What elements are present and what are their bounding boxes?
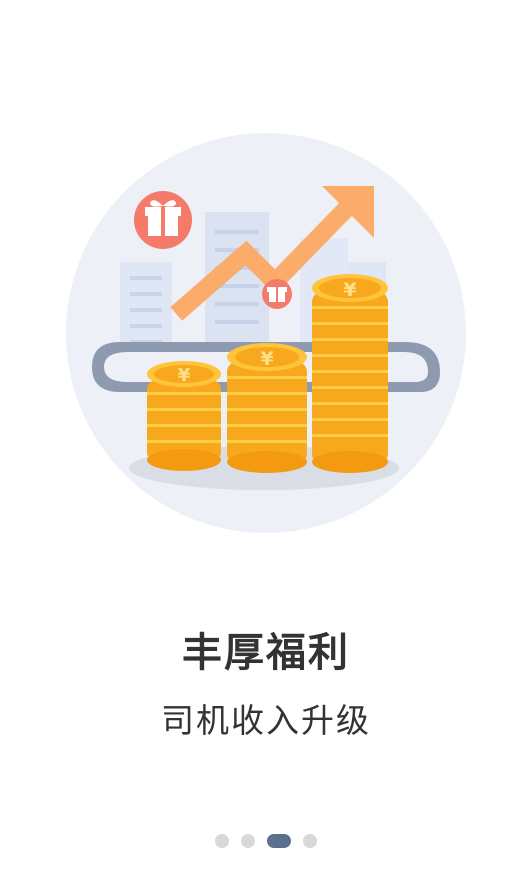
coin-stack-tall: ¥: [312, 274, 388, 473]
income-growth-illustration: ¥ ¥ ¥: [66, 133, 466, 533]
small-gift-icon: [262, 279, 292, 309]
page-indicator[interactable]: [0, 832, 532, 850]
yuan-symbol-icon: ¥: [343, 279, 356, 301]
gift-icon: [134, 191, 192, 249]
coin-stack-medium: ¥: [227, 343, 307, 473]
onboarding-screen: ¥ ¥ ¥ 丰厚福利 司机收入升级: [0, 0, 532, 892]
yuan-symbol-icon: ¥: [178, 365, 191, 386]
page-dot[interactable]: [303, 834, 317, 848]
page-dot[interactable]: [241, 834, 255, 848]
coin-stack-short: ¥: [147, 361, 221, 471]
page-dot-active[interactable]: [267, 834, 291, 848]
page-dot[interactable]: [215, 834, 229, 848]
onboarding-subtitle: 司机收入升级: [161, 701, 371, 740]
onboarding-title: 丰厚福利: [182, 630, 350, 676]
yuan-symbol-icon: ¥: [260, 348, 273, 370]
